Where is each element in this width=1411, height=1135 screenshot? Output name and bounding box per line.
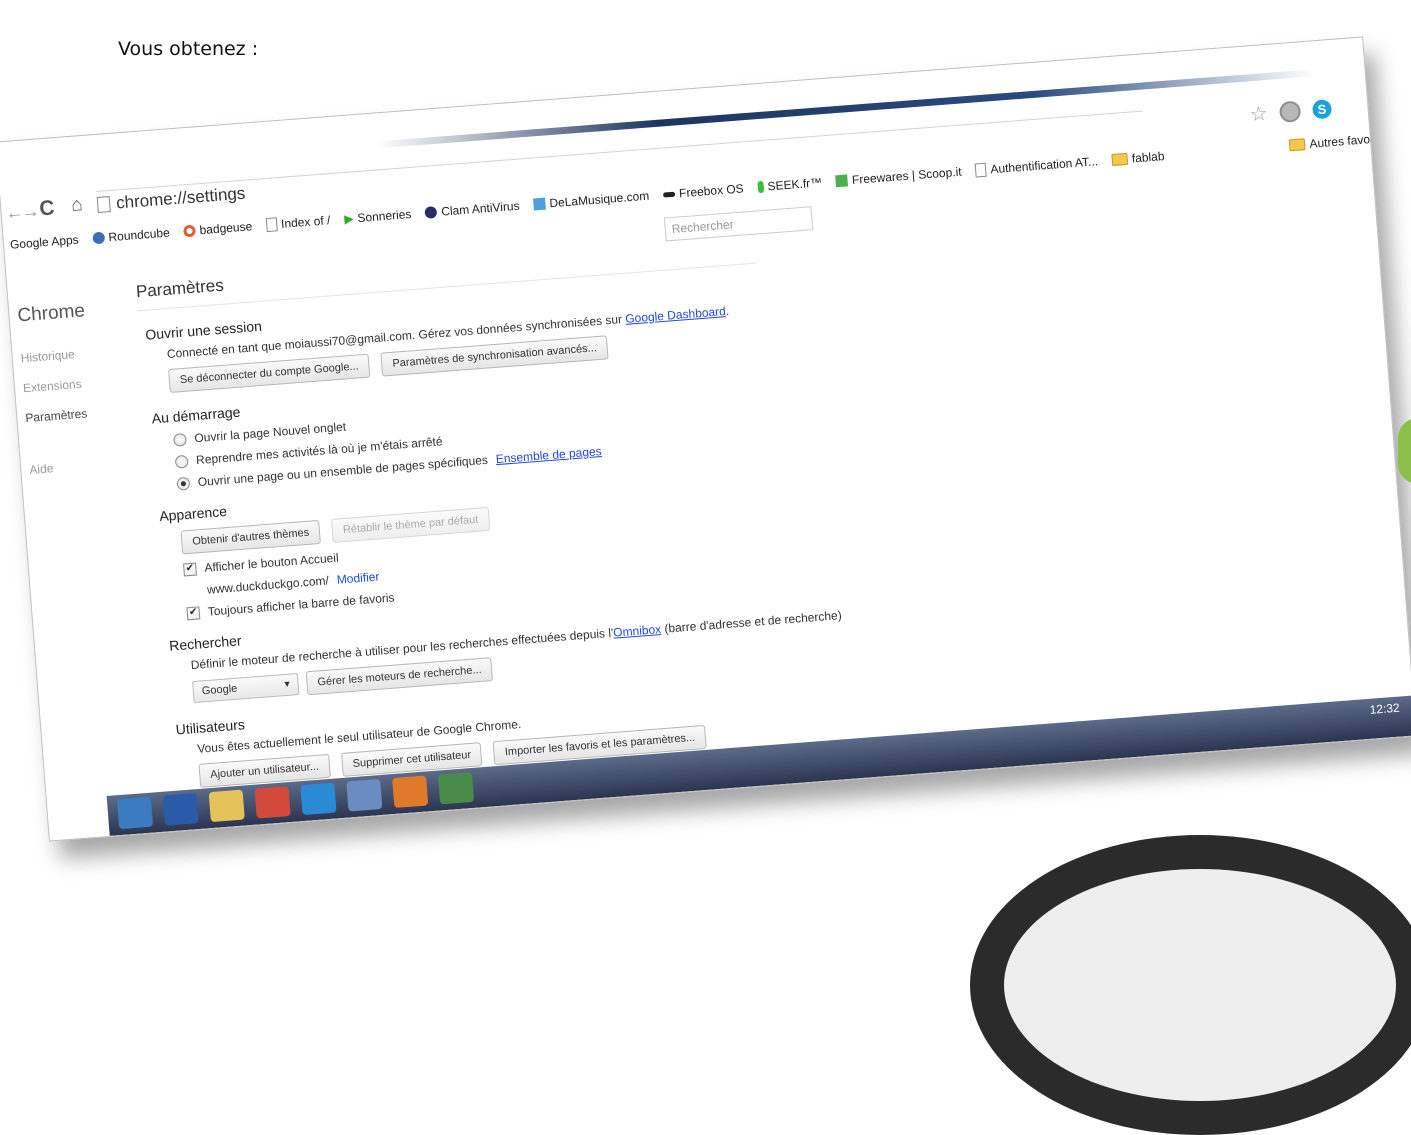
extension-icon[interactable] (1278, 100, 1302, 123)
skype-icon[interactable]: S (1311, 99, 1333, 120)
freebox-icon (662, 191, 676, 198)
show-home-button-checkbox[interactable]: ✔ (182, 561, 197, 576)
chrome-brand: Chrome (16, 300, 86, 327)
home-icon[interactable]: ⌂ (70, 194, 83, 217)
taskbar-clock: 12:32 (1369, 700, 1401, 717)
explorer-icon[interactable] (208, 789, 245, 823)
show-bookmarks-bar-checkbox[interactable]: ✔ (186, 605, 201, 620)
seek-icon (757, 180, 765, 194)
startup-radio-continue[interactable] (174, 454, 189, 469)
home-page-url: www.duckduckgo.com/ (206, 573, 330, 597)
magnifier-decoration (970, 835, 1411, 1135)
music-icon (533, 197, 546, 211)
get-themes-button[interactable]: Obtenir d'autres thèmes (180, 519, 321, 555)
word-icon[interactable] (162, 793, 199, 826)
folder-icon (1289, 138, 1306, 152)
bookmark-other-favorites[interactable]: Autres favo (1289, 132, 1370, 152)
show-bookmarks-bar-label: Toujours afficher la barre de favoris (207, 590, 395, 619)
reset-theme-button[interactable]: Rétablir le thème par défaut (331, 506, 491, 543)
star-icon[interactable]: ☆ (1249, 101, 1269, 127)
startup-option-new-tab-label: Ouvrir la page Nouvel onglet (193, 419, 347, 446)
startup-radio-new-tab[interactable] (172, 432, 187, 447)
badgeuse-icon (183, 224, 197, 238)
bookmark-clamav[interactable]: Clam AntiVirus (424, 199, 520, 220)
clamav-icon (424, 205, 438, 219)
sidebar-item-settings[interactable]: Paramètres (25, 403, 136, 425)
play-icon: ▶ (343, 211, 355, 227)
bookmark-index-of[interactable]: Index of / (265, 213, 331, 233)
chrome-icon[interactable] (254, 786, 291, 819)
firefox-icon[interactable] (392, 775, 429, 808)
bookmark-delamusique[interactable]: DeLaMusique.com (533, 189, 650, 212)
forward-icon[interactable]: → (21, 200, 41, 222)
reload-icon[interactable]: C (39, 196, 56, 221)
sidebar-item-extensions[interactable]: Extensions (23, 373, 134, 395)
manage-search-engines-button[interactable]: Gérer les moteurs de recherche... (305, 657, 494, 696)
startup-radio-specific-pages[interactable] (176, 476, 191, 491)
roundcube-icon (92, 231, 105, 245)
modify-home-link[interactable]: Modifier (336, 569, 380, 586)
page-icon (974, 162, 987, 178)
sidebar-item-help[interactable]: Aide (29, 455, 140, 477)
folder-icon (1111, 152, 1129, 167)
chevron-down-icon: ▼ (282, 678, 292, 690)
windows-start-icon[interactable] (116, 796, 154, 830)
browser-screenshot: ← → C ⌂ chrome://settings ☆ S Google App… (0, 36, 1411, 842)
bookmark-sonneries[interactable]: ▶ Sonneries (344, 207, 412, 226)
toolbar-right-icons: ☆ S (1249, 96, 1333, 127)
disconnect-button[interactable]: Se déconnecter du compte Google... (168, 353, 371, 393)
bookmark-authentification[interactable]: Authentification AT... (974, 154, 1098, 178)
sidebar-item-history[interactable]: Historique (20, 343, 131, 365)
google-dashboard-link[interactable]: Google Dashboard (625, 304, 727, 326)
search-engine-select[interactable]: Google ▼ (192, 673, 300, 704)
scoopit-icon (835, 174, 849, 188)
show-home-button-label: Afficher le bouton Accueil (203, 550, 340, 575)
green-side-tab (1398, 418, 1411, 484)
settings-main: Paramètres Ouvrir une session Connecté e… (135, 227, 893, 798)
set-pages-link[interactable]: Ensemble de pages (495, 444, 602, 466)
bookmark-badgeuse[interactable]: badgeuse (183, 219, 253, 238)
page-icon (265, 217, 278, 233)
bookmark-roundcube[interactable]: Roundcube (92, 226, 170, 246)
bookmark-freewares[interactable]: Freewares | Scoop.it (835, 165, 962, 189)
bookmark-freebox[interactable]: Freebox OS (662, 181, 744, 201)
app-icon[interactable] (437, 771, 475, 805)
document-heading: Vous obtenez : (118, 38, 259, 60)
ie-icon[interactable] (300, 782, 337, 816)
bookmark-google-apps[interactable]: Google Apps (10, 233, 80, 252)
address-url[interactable]: chrome://settings (115, 184, 246, 214)
page-icon (96, 196, 111, 213)
settings-sidebar: Chrome Historique Extensions Paramètres … (17, 297, 140, 477)
app-icon[interactable] (346, 779, 383, 812)
bookmark-seek[interactable]: SEEK.fr™ (757, 175, 823, 194)
omnibox-link[interactable]: Omnibox (613, 622, 662, 640)
bookmark-fablab[interactable]: fablab (1111, 149, 1165, 167)
